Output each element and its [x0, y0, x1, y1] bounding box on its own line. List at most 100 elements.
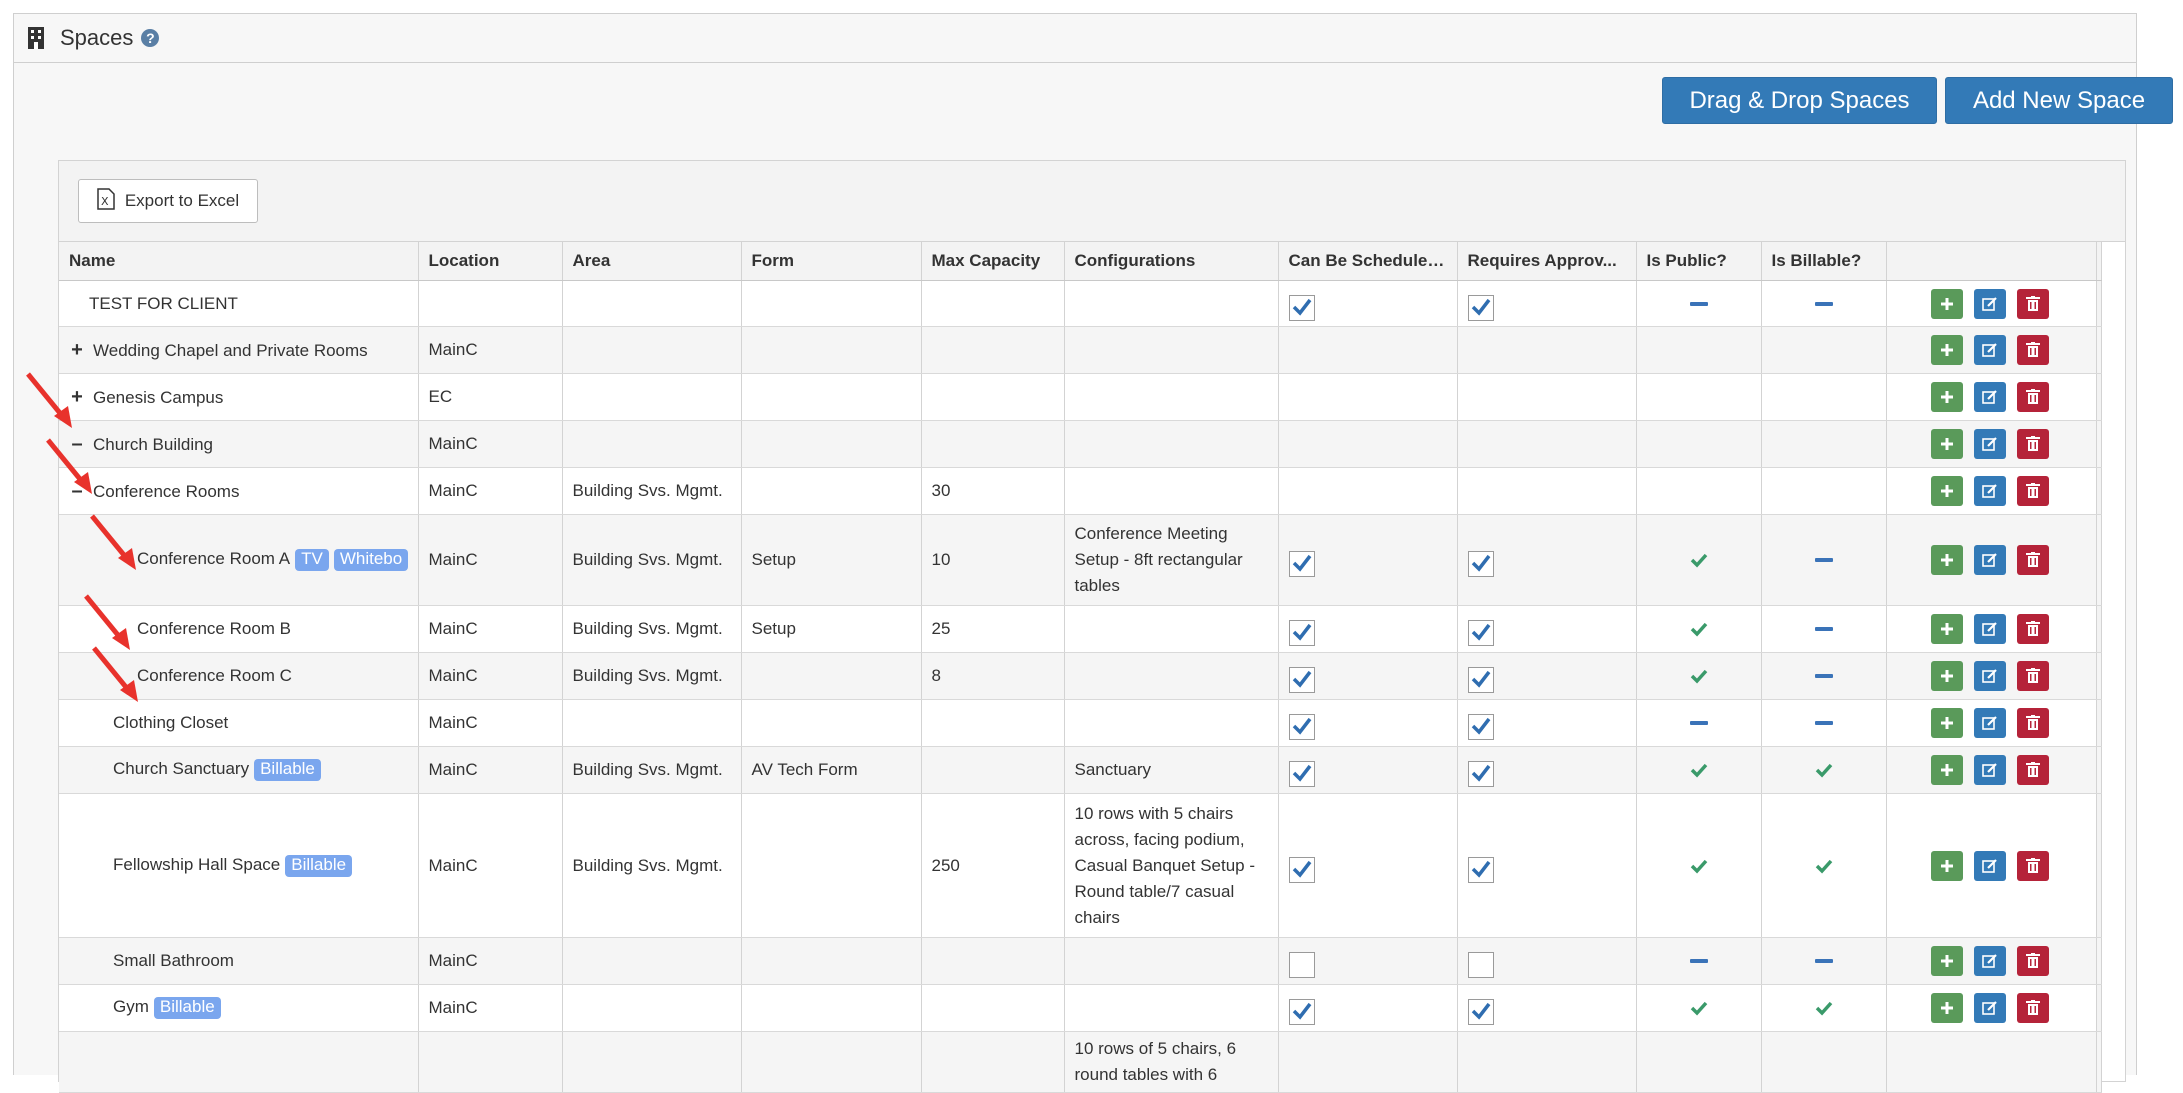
delete-button[interactable]: [2016, 545, 2049, 575]
add-child-button[interactable]: [1930, 614, 1963, 644]
col-header-can-be-scheduled[interactable]: Can Be Scheduled?: [1278, 242, 1458, 281]
add-child-button[interactable]: [1930, 708, 1963, 738]
col-header-max-capacity[interactable]: Max Capacity: [921, 242, 1065, 281]
add-child-button[interactable]: [1930, 288, 1963, 319]
export-to-excel-button[interactable]: X Export to Excel: [78, 179, 258, 223]
edit-button[interactable]: [1973, 661, 2006, 691]
can-be-scheduled-checkbox[interactable]: [1288, 294, 1315, 321]
space-name[interactable]: Conference Room C: [137, 666, 292, 685]
table-row[interactable]: TEST FOR CLIENT: [59, 280, 2102, 327]
requires-approval-checkbox[interactable]: [1467, 714, 1494, 740]
space-name[interactable]: Conference Room A: [137, 549, 290, 568]
add-child-button[interactable]: [1930, 335, 1963, 365]
scrollbar-track[interactable]: [2095, 514, 2102, 606]
scrollbar-track[interactable]: [2095, 605, 2102, 653]
edit-button[interactable]: [1973, 946, 2006, 976]
requires-approval-checkbox[interactable]: [1467, 551, 1494, 577]
add-child-button[interactable]: [1930, 429, 1963, 459]
table-row[interactable]: + Wedding Chapel and Private Rooms MainC: [59, 326, 2102, 374]
requires-approval-checkbox[interactable]: [1467, 999, 1494, 1025]
expand-icon[interactable]: +: [69, 340, 85, 360]
edit-button[interactable]: [1973, 993, 2006, 1023]
table-row[interactable]: Conference Room A TV Whitebo MainC Building …: [59, 514, 2102, 606]
delete-button[interactable]: [2016, 850, 2049, 881]
can-be-scheduled-checkbox[interactable]: [1288, 551, 1315, 577]
delete-button[interactable]: [2016, 382, 2049, 412]
requires-approval-checkbox[interactable]: [1467, 667, 1494, 693]
col-header-name[interactable]: Name: [59, 242, 419, 281]
add-new-space-button[interactable]: Add New Space: [1945, 77, 2173, 124]
can-be-scheduled-checkbox[interactable]: [1288, 667, 1315, 693]
delete-button[interactable]: [2016, 614, 2049, 644]
scrollbar-track[interactable]: [2095, 1031, 2102, 1093]
space-name[interactable]: Gym: [113, 997, 149, 1016]
requires-approval-checkbox[interactable]: [1467, 294, 1494, 321]
scrollbar-track[interactable]: [2095, 467, 2102, 515]
add-child-button[interactable]: [1930, 545, 1963, 575]
table-row[interactable]: Gym Billable MainC: [59, 984, 2102, 1032]
delete-button[interactable]: [2016, 755, 2049, 785]
space-name[interactable]: TEST FOR CLIENT: [89, 294, 238, 313]
add-child-button[interactable]: [1930, 661, 1963, 691]
edit-button[interactable]: [1973, 545, 2006, 575]
col-header-area[interactable]: Area: [562, 242, 742, 281]
scrollbar-track[interactable]: [2095, 420, 2102, 468]
add-child-button[interactable]: [1930, 755, 1963, 785]
delete-button[interactable]: [2016, 288, 2049, 319]
can-be-scheduled-checkbox[interactable]: [1288, 761, 1315, 787]
table-row[interactable]: 10 rows of 5 chairs, 6 round tables with…: [59, 1031, 2102, 1093]
delete-button[interactable]: [2016, 708, 2049, 738]
scrollbar-track[interactable]: [2095, 937, 2102, 985]
add-child-button[interactable]: [1930, 993, 1963, 1023]
space-name[interactable]: Conference Room B: [137, 619, 291, 638]
scrollbar-track[interactable]: [2095, 280, 2102, 327]
delete-button[interactable]: [2016, 429, 2049, 459]
delete-button[interactable]: [2016, 993, 2049, 1023]
delete-button[interactable]: [2016, 476, 2049, 506]
delete-button[interactable]: [2016, 946, 2049, 976]
table-row[interactable]: – Church Building MainC: [59, 420, 2102, 468]
table-row[interactable]: Clothing Closet MainC: [59, 699, 2102, 747]
space-name[interactable]: Clothing Closet: [113, 713, 228, 732]
space-name[interactable]: Genesis Campus: [93, 388, 223, 407]
scrollbar-track[interactable]: [2095, 326, 2102, 374]
col-header-is-public[interactable]: Is Public?: [1636, 242, 1762, 281]
can-be-scheduled-checkbox[interactable]: [1288, 999, 1315, 1025]
edit-button[interactable]: [1973, 850, 2006, 881]
space-name[interactable]: Church Building: [93, 435, 213, 454]
edit-button[interactable]: [1973, 288, 2006, 319]
edit-button[interactable]: [1973, 476, 2006, 506]
space-name[interactable]: Fellowship Hall Space: [113, 855, 280, 874]
col-header-configurations[interactable]: Configurations: [1064, 242, 1279, 281]
table-row[interactable]: Conference Room B MainC Building Svs. Mgmt…: [59, 605, 2102, 653]
table-row[interactable]: Small Bathroom MainC: [59, 937, 2102, 985]
col-header-form[interactable]: Form: [741, 242, 922, 281]
help-icon[interactable]: ?: [141, 29, 160, 47]
table-row[interactable]: – Conference Rooms MainC Building Svs. Mgmt…: [59, 467, 2102, 515]
col-header-location[interactable]: Location: [418, 242, 563, 281]
requires-approval-checkbox[interactable]: [1467, 856, 1494, 883]
requires-approval-checkbox[interactable]: [1467, 952, 1494, 978]
add-child-button[interactable]: [1930, 850, 1963, 881]
edit-button[interactable]: [1973, 708, 2006, 738]
edit-button[interactable]: [1973, 335, 2006, 365]
edit-button[interactable]: [1973, 429, 2006, 459]
add-child-button[interactable]: [1930, 382, 1963, 412]
add-child-button[interactable]: [1930, 476, 1963, 506]
scrollbar-track[interactable]: [2095, 984, 2102, 1032]
requires-approval-checkbox[interactable]: [1467, 620, 1494, 646]
add-child-button[interactable]: [1930, 946, 1963, 976]
table-row[interactable]: Church Sanctuary Billable MainC Building Sv…: [59, 746, 2102, 794]
table-row[interactable]: Fellowship Hall Space Billable MainC Buildi…: [59, 793, 2102, 938]
can-be-scheduled-checkbox[interactable]: [1288, 620, 1315, 646]
requires-approval-checkbox[interactable]: [1467, 761, 1494, 787]
col-header-is-billable[interactable]: Is Billable?: [1761, 242, 1887, 281]
space-name[interactable]: Small Bathroom: [113, 951, 234, 970]
can-be-scheduled-checkbox[interactable]: [1288, 952, 1315, 978]
space-name[interactable]: Conference Rooms: [93, 482, 239, 501]
col-header-requires-approval[interactable]: Requires Approv...: [1457, 242, 1637, 281]
delete-button[interactable]: [2016, 335, 2049, 365]
edit-button[interactable]: [1973, 382, 2006, 412]
space-name[interactable]: Wedding Chapel and Private Rooms: [93, 341, 368, 360]
scrollbar-track[interactable]: [2095, 746, 2102, 794]
